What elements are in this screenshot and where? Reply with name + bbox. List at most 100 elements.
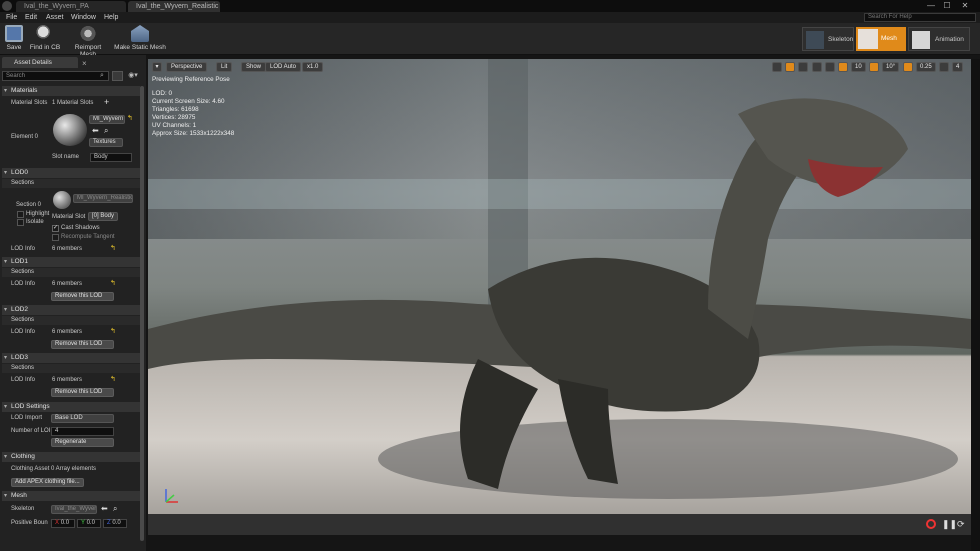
close-tab-icon[interactable]: × — [82, 59, 87, 68]
lod0-reset-icon[interactable]: ↰ — [110, 244, 116, 252]
textures-dropdown[interactable]: Textures — [89, 138, 123, 147]
tab-label: Ival_the_Wyvern_Realistic — [136, 3, 219, 10]
remove-lod2-button[interactable]: Remove this LOD — [51, 340, 114, 349]
material-slot-dropdown[interactable]: [0] Body — [88, 212, 118, 221]
camera-speed-icon[interactable] — [939, 62, 949, 72]
lod2-reset-icon[interactable]: ↰ — [110, 327, 116, 335]
menu-help[interactable]: Help — [104, 12, 118, 23]
mesh-mode-button[interactable]: Mesh — [856, 27, 906, 51]
close-button[interactable]: ✕ — [958, 1, 972, 11]
record-icon[interactable] — [926, 519, 936, 529]
isolate-checkbox[interactable] — [17, 219, 24, 226]
use-selected-arrow-icon[interactable]: ⬅ — [92, 126, 99, 135]
show-button[interactable]: Show — [241, 62, 267, 72]
animation-mode-button[interactable]: Animation — [908, 27, 970, 51]
right-scrollbar[interactable] — [971, 59, 980, 551]
skeleton-use-arrow-icon[interactable]: ⬅ — [101, 504, 108, 513]
viewport-options-button[interactable]: ▾ — [152, 62, 162, 72]
loop-icon[interactable]: ⟳ — [957, 519, 965, 530]
z-bounds-input[interactable]: Z 0.0 — [103, 519, 127, 528]
scale-snap-value[interactable]: 0.25 — [916, 62, 936, 72]
tab-ival-pa[interactable]: Ival_the_Wyvern_PA — [16, 1, 126, 12]
maximize-button[interactable]: ☐ — [940, 1, 954, 11]
details-search-input[interactable]: Search — [2, 71, 109, 81]
lod2-sections-header[interactable]: Sections — [2, 316, 140, 325]
lod0-section-header[interactable]: LOD0 — [2, 168, 140, 178]
x-bounds-input[interactable]: X 0.0 — [51, 519, 75, 528]
rotation-snap-value[interactable]: 10° — [882, 62, 900, 72]
lod2-section-header[interactable]: LOD2 — [2, 305, 140, 315]
menu-asset[interactable]: Asset — [46, 12, 64, 23]
make-static-mesh-button[interactable]: Make Static Mesh — [114, 24, 166, 54]
tab-ival-realistic[interactable]: Ival_the_Wyvern_Realistic — [128, 1, 220, 12]
lod1-info-label: LOD Info — [11, 281, 36, 287]
perspective-label: Perspective — [171, 64, 203, 70]
search-help-input[interactable]: Search For Help — [864, 13, 976, 22]
slot-name-input[interactable]: Body — [90, 153, 132, 162]
lod-import-dropdown[interactable]: Base LOD — [51, 414, 114, 423]
add-slot-icon[interactable]: + — [104, 97, 109, 107]
lit-button[interactable]: Lit — [216, 62, 233, 72]
menu-edit[interactable]: Edit — [25, 12, 37, 23]
viewport[interactable] — [148, 59, 971, 535]
cast-shadows-checkbox[interactable]: ✓ — [52, 225, 59, 232]
skeleton-browse-icon[interactable]: ⌕ — [113, 504, 117, 514]
highlight-checkbox[interactable] — [17, 211, 24, 218]
pause-icon[interactable]: ❚❚ — [942, 519, 957, 530]
remove-lod1-button[interactable]: Remove this LOD — [51, 292, 114, 301]
lod3-sections-header[interactable]: Sections — [2, 364, 140, 373]
grid-snap-icon[interactable] — [838, 62, 848, 72]
add-apex-clothing-button[interactable]: Add APEX clothing file... — [11, 478, 84, 487]
lod3-section-header[interactable]: LOD3 — [2, 353, 140, 363]
x-label: X — [55, 520, 60, 526]
skeleton-icon — [806, 31, 824, 49]
asset-details-tab[interactable]: Asset Details — [2, 57, 78, 68]
mesh-section-header[interactable]: Mesh — [2, 491, 140, 501]
material-dropdown[interactable]: MI_Wyvern — [89, 115, 125, 124]
slot-name-label: Slot name — [52, 154, 80, 160]
minimize-button[interactable]: — — [924, 1, 938, 11]
material-slots-label: Material Slots — [11, 100, 48, 106]
lod3-reset-icon[interactable]: ↰ — [110, 375, 116, 383]
positive-bounds-label: Positive Boun — [11, 520, 48, 526]
find-in-cb-button[interactable]: Find in CB — [29, 24, 61, 54]
lod1-sections-header[interactable]: Sections — [2, 268, 140, 277]
make-static-label: Make Static Mesh — [114, 44, 166, 51]
regenerate-button[interactable]: Regenerate — [51, 438, 114, 447]
scale-icon[interactable] — [798, 62, 808, 72]
materials-section-header[interactable]: Materials — [2, 86, 140, 96]
lod0-sections-header[interactable]: Sections — [2, 179, 140, 188]
reimport-mesh-button[interactable]: Reimport Mesh — [66, 24, 110, 58]
recompute-tangent-checkbox[interactable] — [52, 234, 59, 241]
browse-icon[interactable]: ⌕ — [104, 126, 108, 136]
rotation-snap-icon[interactable] — [869, 62, 879, 72]
translate-icon[interactable] — [772, 62, 782, 72]
skeleton-mode-button[interactable]: Skeleton — [802, 27, 854, 51]
section-material-thumbnail[interactable] — [53, 191, 71, 209]
menu-file[interactable]: File — [6, 12, 17, 23]
remove-lod3-button[interactable]: Remove this LOD — [51, 388, 114, 397]
rotate-icon[interactable] — [785, 62, 795, 72]
reset-arrow-icon[interactable]: ↰ — [127, 114, 133, 122]
surface-snap-icon[interactable] — [825, 62, 835, 72]
number-of-lods-input[interactable]: 4 — [51, 427, 114, 436]
details-scrollbar[interactable] — [140, 86, 144, 541]
lod1-reset-icon[interactable]: ↰ — [110, 279, 116, 287]
menu-window[interactable]: Window — [71, 12, 96, 23]
lod-settings-section-header[interactable]: LOD Settings — [2, 402, 140, 412]
lod1-section-header[interactable]: LOD1 — [2, 257, 140, 267]
material-thumbnail[interactable] — [53, 114, 87, 146]
grid-snap-value[interactable]: 10 — [851, 62, 866, 72]
scale-snap-icon[interactable] — [903, 62, 913, 72]
camera-speed-value[interactable]: 4 — [952, 62, 964, 72]
view-options-icon[interactable]: ◉▾ — [126, 71, 140, 81]
perspective-button[interactable]: Perspective — [166, 62, 208, 72]
clothing-section-header[interactable]: Clothing — [2, 452, 140, 462]
world-space-icon[interactable] — [812, 62, 822, 72]
y-bounds-input[interactable]: Y 0.0 — [77, 519, 101, 528]
save-button[interactable]: Save — [3, 24, 25, 54]
playback-speed-button[interactable]: x1.0 — [302, 62, 324, 72]
search-icon: ⌕ — [100, 72, 104, 79]
property-matrix-icon[interactable] — [112, 71, 123, 81]
lod-auto-button[interactable]: LOD Auto — [265, 62, 302, 72]
